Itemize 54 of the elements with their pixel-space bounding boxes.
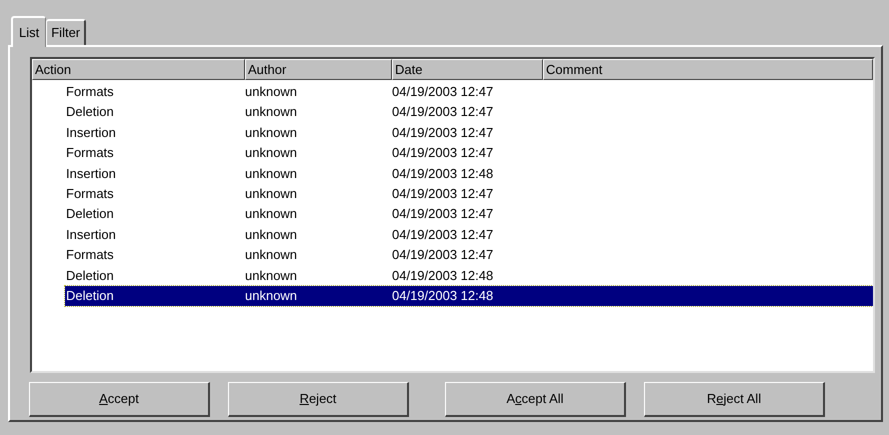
table-row[interactable]: Formats unknown 04/19/2003 12:47 <box>65 82 873 102</box>
table-cell-text: 04/19/2003 12:48 <box>392 164 494 183</box>
table-cell-text: unknown <box>245 246 298 264</box>
table-cell-text: unknown <box>245 266 298 285</box>
table-cell-text: 04/19/2003 12:47 <box>392 124 494 142</box>
table-cell-text: 04/19/2003 12:47 <box>392 144 494 162</box>
action-button[interactable]: Accept <box>29 382 210 417</box>
table-cell-text: Insertion <box>65 226 117 244</box>
table-cell-text: Deletion <box>65 103 115 122</box>
table-cell-text: 04/19/2003 12:47 <box>392 103 494 122</box>
table-row[interactable]: Deletion unknown 04/19/2003 12:47 <box>65 204 873 225</box>
table-cell-text: 04/19/2003 12:48 <box>392 266 494 285</box>
table-row[interactable]: Deletion unknown 04/19/2003 12:47 <box>65 102 873 123</box>
table-row[interactable]: Insertion unknown 04/19/2003 12:48 <box>65 164 873 184</box>
table-cell-text: Formats <box>65 246 115 264</box>
column-header[interactable]: Action <box>32 59 245 80</box>
table-cell-text: Deletion <box>65 266 115 285</box>
tab[interactable]: Filter <box>46 19 86 45</box>
action-button[interactable]: Reject <box>228 382 409 417</box>
action-button[interactable]: Accept All <box>445 382 626 417</box>
tab[interactable]: List <box>11 16 46 47</box>
table-cell-text: Deletion <box>65 205 115 224</box>
table-row[interactable]: Insertion unknown 04/19/2003 12:47 <box>65 224 873 246</box>
column-header[interactable]: Author <box>245 59 392 80</box>
table-row[interactable]: Insertion unknown 04/19/2003 12:47 <box>65 122 873 144</box>
table-cell-text: Insertion <box>65 124 117 142</box>
table-row[interactable]: Deletion unknown 04/19/2003 12:48 <box>65 266 873 286</box>
table-cell-text: unknown <box>245 205 298 224</box>
table-cell-text: 04/19/2003 12:47 <box>392 226 494 244</box>
action-button[interactable]: Reject All <box>644 382 825 417</box>
table-cell-text: unknown <box>245 144 298 162</box>
table-cell-text: Insertion <box>65 164 117 183</box>
table-cell-text: Formats <box>65 184 115 203</box>
table-cell-text: 04/19/2003 12:47 <box>392 83 494 101</box>
table-cell-text: 04/19/2003 12:48 <box>392 286 494 305</box>
table-cell-text: 04/19/2003 12:47 <box>392 205 494 224</box>
column-header[interactable]: Date <box>392 59 543 80</box>
table-cell-text: Formats <box>65 83 115 101</box>
table-cell-text: unknown <box>245 226 298 244</box>
table-cell-text: 04/19/2003 12:47 <box>392 184 494 203</box>
table-cell-text: unknown <box>245 286 298 305</box>
table-cell-text: 04/19/2003 12:47 <box>392 246 494 264</box>
table-cell-text: Formats <box>65 144 115 162</box>
table-row[interactable]: Formats unknown 04/19/2003 12:47 <box>65 184 873 204</box>
table-row[interactable]: Formats unknown 04/19/2003 12:47 <box>65 245 873 266</box>
table-cell-text: unknown <box>245 103 298 122</box>
table-cell-text: unknown <box>245 164 298 183</box>
table-cell-text: unknown <box>245 124 298 142</box>
table-cell-text: Deletion <box>65 286 115 305</box>
table-cell-text: unknown <box>245 184 298 203</box>
table-cell-text: unknown <box>245 83 298 101</box>
table-row[interactable]: Formats unknown 04/19/2003 12:47 <box>65 143 873 164</box>
table-row[interactable]: Deletion unknown 04/19/2003 12:48 <box>65 286 873 306</box>
column-header[interactable]: Comment <box>543 59 873 80</box>
